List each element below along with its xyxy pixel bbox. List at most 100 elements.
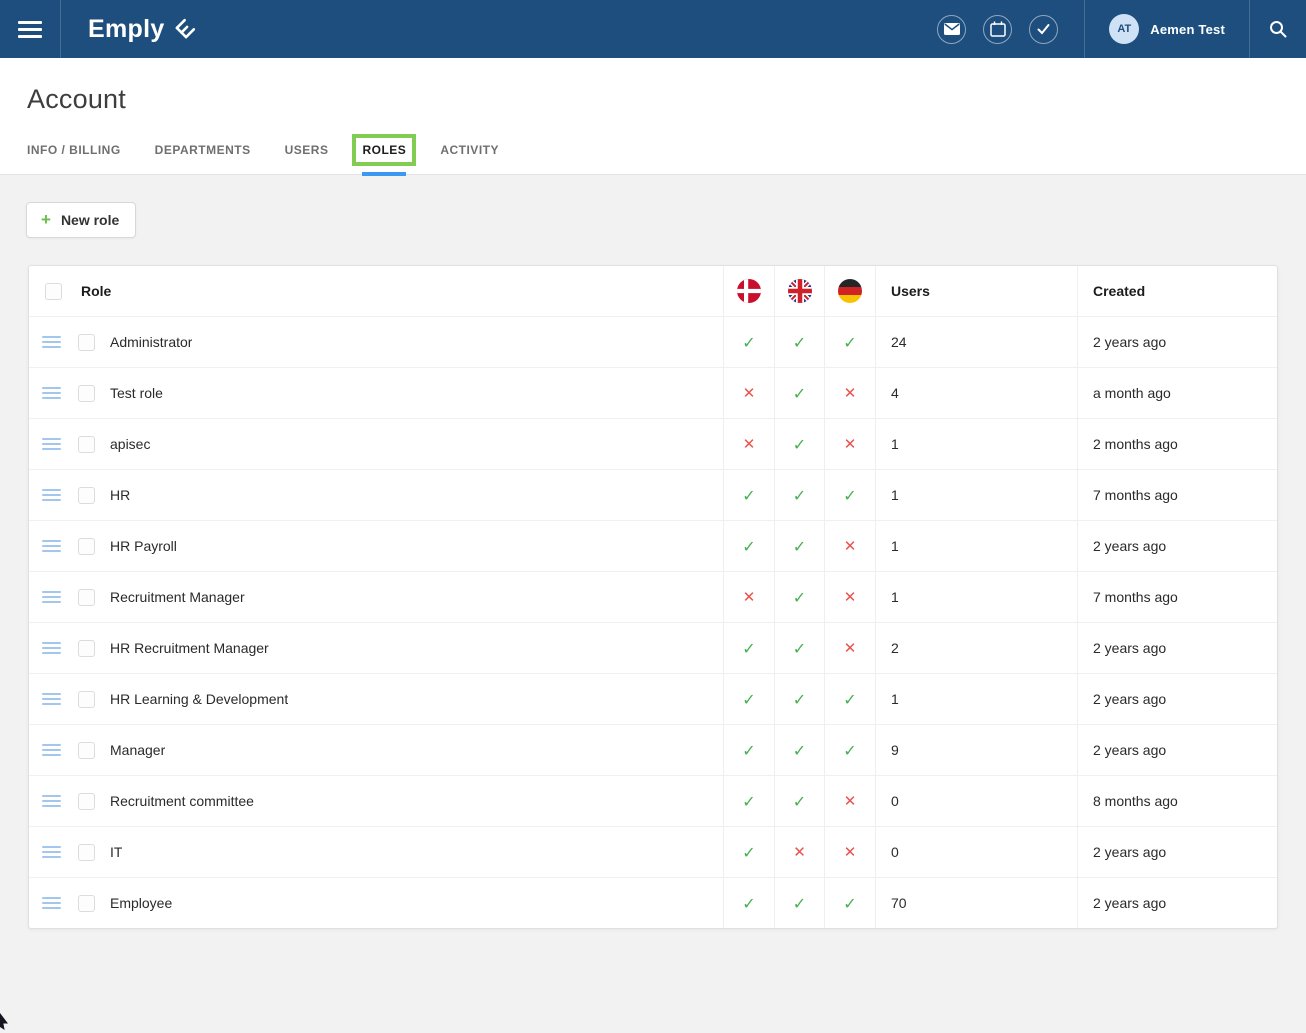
table-row: HR Learning & Development ✓ ✓ ✓ 1 2 year… [29,673,1277,724]
row-checkbox[interactable] [78,487,95,504]
danish-enabled-mark: ✓ [723,317,774,367]
drag-handle-icon[interactable] [42,897,61,909]
danish-enabled-mark: ✓ [723,674,774,724]
table-row: HR Payroll ✓ ✓ ✕ 1 2 years ago [29,520,1277,571]
english-enabled-mark: ✓ [774,674,824,724]
created-date: 2 years ago [1077,827,1277,877]
row-checkbox[interactable] [78,691,95,708]
hamburger-menu-icon[interactable] [0,0,61,58]
english-enabled-mark: ✓ [774,368,824,418]
role-name[interactable]: HR [110,487,130,503]
row-checkbox[interactable] [78,793,95,810]
drag-handle-icon[interactable] [42,795,61,807]
drag-handle-icon[interactable] [42,387,61,399]
drag-handle-icon[interactable] [42,438,61,450]
drag-handle-icon[interactable] [42,489,61,501]
role-name[interactable]: Administrator [110,334,192,350]
role-name[interactable]: Recruitment committee [110,793,254,809]
created-date: 2 years ago [1077,725,1277,775]
created-date: 2 years ago [1077,521,1277,571]
tab-users[interactable]: USERS [285,139,329,174]
row-checkbox[interactable] [78,640,95,657]
english-enabled-mark: ✓ [774,317,824,367]
role-name[interactable]: Recruitment Manager [110,589,245,605]
tasks-check-icon[interactable] [1029,15,1058,44]
drag-handle-icon[interactable] [42,642,61,654]
danish-language-column-header [723,266,774,316]
row-checkbox[interactable] [78,334,95,351]
users-count: 1 [875,674,1077,724]
role-name[interactable]: Manager [110,742,165,758]
select-all-checkbox[interactable] [45,283,62,300]
tab-roles[interactable]: ROLES [362,139,406,174]
users-count: 0 [875,827,1077,877]
app-logo[interactable]: Emply [88,0,197,58]
search-icon[interactable] [1250,0,1306,58]
role-name[interactable]: apisec [110,436,150,452]
row-checkbox[interactable] [78,589,95,606]
role-name[interactable]: Test role [110,385,163,401]
mail-icon[interactable] [937,15,966,44]
users-count: 2 [875,623,1077,673]
denmark-flag-icon [737,279,761,303]
cursor-artifact [0,1013,8,1030]
created-date: 2 months ago [1077,419,1277,469]
german-enabled-mark: ✕ [824,521,875,571]
row-checkbox[interactable] [78,436,95,453]
table-row: Manager ✓ ✓ ✓ 9 2 years ago [29,724,1277,775]
tab-activity[interactable]: ACTIVITY [440,139,499,174]
drag-handle-icon[interactable] [42,846,61,858]
drag-handle-icon[interactable] [42,336,61,348]
drag-handle-icon[interactable] [42,591,61,603]
user-menu[interactable]: AT Aemen Test [1085,0,1249,58]
role-name[interactable]: IT [110,844,122,860]
roles-table: Role [28,265,1278,929]
table-row: Employee ✓ ✓ ✓ 70 2 years ago [29,877,1277,928]
english-enabled-mark: ✓ [774,725,824,775]
english-enabled-mark: ✓ [774,419,824,469]
role-name[interactable]: HR Recruitment Manager [110,640,269,656]
german-enabled-mark: ✕ [824,419,875,469]
row-checkbox[interactable] [78,742,95,759]
drag-handle-icon[interactable] [42,540,61,552]
created-date: 2 years ago [1077,317,1277,367]
germany-flag-icon [838,279,862,303]
row-checkbox[interactable] [78,538,95,555]
row-checkbox[interactable] [78,844,95,861]
logo-text: Emply [88,15,165,44]
table-row: Administrator ✓ ✓ ✓ 24 2 years ago [29,316,1277,367]
english-enabled-mark: ✕ [774,827,824,877]
row-checkbox[interactable] [78,895,95,912]
row-checkbox[interactable] [78,385,95,402]
danish-enabled-mark: ✓ [723,623,774,673]
table-row: IT ✓ ✕ ✕ 0 2 years ago [29,826,1277,877]
tab-info-billing[interactable]: INFO / BILLING [27,139,121,174]
drag-handle-icon[interactable] [42,744,61,756]
german-enabled-mark: ✕ [824,623,875,673]
danish-enabled-mark: ✓ [723,827,774,877]
german-enabled-mark: ✓ [824,470,875,520]
danish-enabled-mark: ✓ [723,725,774,775]
calendar-icon[interactable] [983,15,1012,44]
table-row: HR ✓ ✓ ✓ 1 7 months ago [29,469,1277,520]
danish-enabled-mark: ✕ [723,368,774,418]
users-count: 9 [875,725,1077,775]
users-count: 1 [875,572,1077,622]
german-enabled-mark: ✕ [824,368,875,418]
table-row: Recruitment Manager ✕ ✓ ✕ 1 7 months ago [29,571,1277,622]
drag-handle-icon[interactable] [42,693,61,705]
created-date: 8 months ago [1077,776,1277,826]
page-head: Account INFO / BILLING DEPARTMENTS USERS… [0,58,1306,175]
tab-departments[interactable]: DEPARTMENTS [155,139,251,174]
active-tab-underline [362,172,406,176]
german-enabled-mark: ✕ [824,827,875,877]
created-date: 7 months ago [1077,470,1277,520]
users-count: 4 [875,368,1077,418]
role-name[interactable]: HR Learning & Development [110,691,288,707]
new-role-button[interactable]: + New role [26,202,136,238]
english-enabled-mark: ✓ [774,521,824,571]
role-name[interactable]: HR Payroll [110,538,177,554]
role-name[interactable]: Employee [110,895,172,911]
users-count: 70 [875,878,1077,928]
english-enabled-mark: ✓ [774,572,824,622]
